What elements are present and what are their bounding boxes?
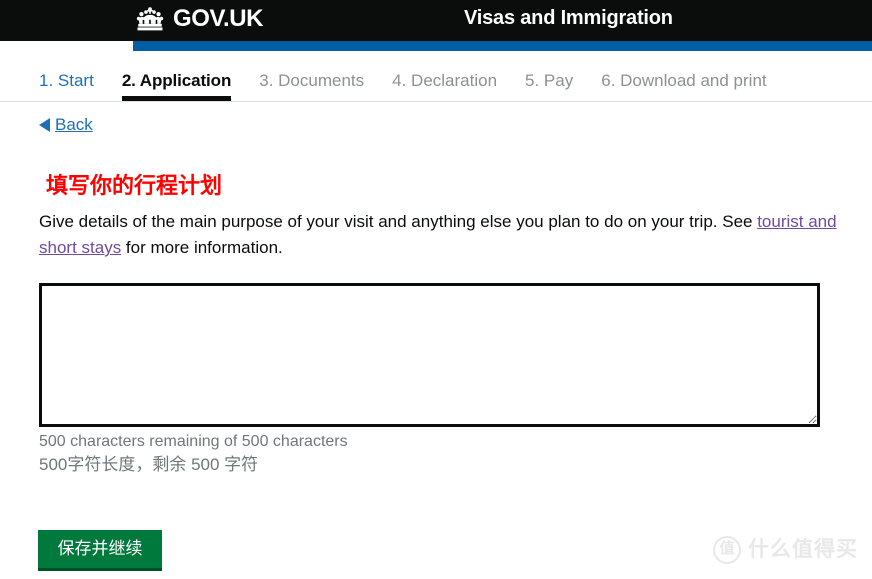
- lede-paragraph: Give details of the main purpose of your…: [39, 209, 839, 261]
- travel-plan-textarea[interactable]: [39, 283, 820, 427]
- crown-icon: [136, 7, 164, 31]
- step-list: 1. Start 2. Application 3. Documents 4. …: [39, 70, 767, 101]
- lede-text-before: Give details of the main purpose of your…: [39, 212, 758, 231]
- save-and-continue-button[interactable]: 保存并继续: [38, 530, 162, 568]
- step-5-pay[interactable]: 5. Pay: [525, 70, 573, 101]
- watermark-badge-icon: 值: [713, 536, 741, 564]
- back-link-wrapper[interactable]: Back: [39, 114, 93, 136]
- triangle-left-icon: [39, 118, 50, 132]
- service-title: Visas and Immigration: [464, 7, 673, 29]
- lede-text-after: for more information.: [121, 238, 283, 257]
- back-link[interactable]: Back: [55, 114, 93, 136]
- page-title: 填写你的行程计划: [46, 173, 223, 198]
- step-1-start[interactable]: 1. Start: [39, 70, 94, 101]
- character-counter-english: 500 characters remaining of 500 characte…: [39, 433, 348, 450]
- masthead: GOV.UK Visas and Immigration: [0, 0, 872, 41]
- step-3-documents[interactable]: 3. Documents: [259, 70, 364, 101]
- step-6-download-and-print[interactable]: 6. Download and print: [601, 70, 766, 101]
- service-accent-bar: [133, 41, 872, 51]
- govuk-brand-label: GOV.UK: [173, 5, 264, 32]
- govuk-brand[interactable]: GOV.UK: [133, 2, 263, 36]
- watermark-label: 什么值得买: [748, 538, 858, 561]
- step-2-application[interactable]: 2. Application: [121, 70, 232, 101]
- character-counter-chinese: 500字符长度，剩余 500 字符: [39, 455, 259, 474]
- step-4-declaration[interactable]: 4. Declaration: [392, 70, 497, 101]
- smzdm-watermark: 值 什么值得买: [713, 536, 858, 564]
- step-navigation: 1. Start 2. Application 3. Documents 4. …: [0, 51, 872, 102]
